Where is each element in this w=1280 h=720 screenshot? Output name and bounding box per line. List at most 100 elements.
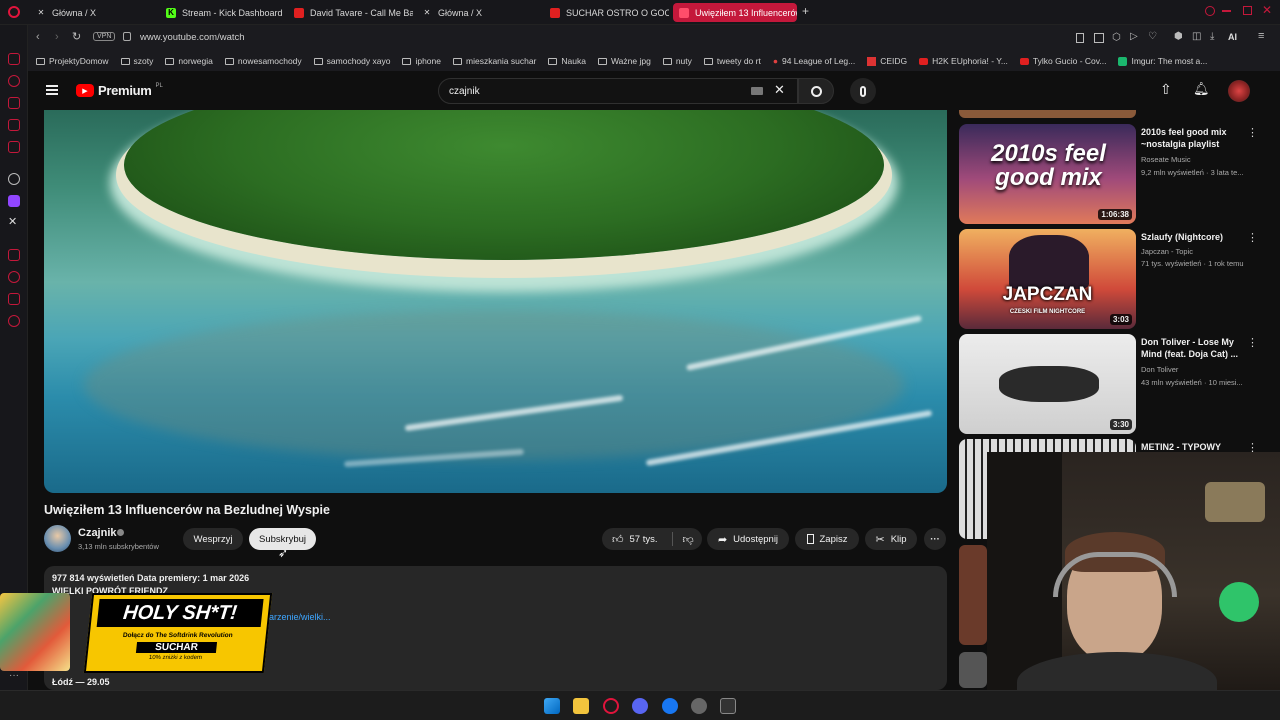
search-button[interactable] (798, 78, 834, 104)
rec-thumbnail[interactable]: JAPCZAN CZESKI FILM NIGHTCORE 3:03 (959, 229, 1136, 329)
x-icon[interactable]: ✕ (8, 215, 17, 228)
sidebar-app-icon[interactable] (8, 249, 20, 261)
bookmark-item[interactable]: CEIDG (867, 56, 907, 66)
rec-menu-icon[interactable]: ⋮ (1247, 336, 1258, 349)
heart-icon[interactable]: ♡ (1148, 31, 1157, 42)
close-window-icon[interactable]: ✕ (1262, 3, 1272, 17)
rec-thumbnail[interactable]: 2010s feel good mix 1:06:38 (959, 124, 1136, 224)
vpn-badge[interactable]: VPN (93, 32, 116, 41)
play-icon[interactable]: ▷ (1130, 31, 1138, 42)
maximize-icon[interactable] (1243, 6, 1252, 15)
bookmark-item[interactable]: iphone (402, 56, 441, 66)
bookmark-item[interactable]: szoty (120, 56, 153, 66)
sidebar-app-icon[interactable] (8, 293, 20, 305)
back-icon[interactable]: ‹ (36, 31, 40, 43)
rec-thumbnail-partial[interactable] (959, 545, 987, 645)
facebook-icon[interactable] (662, 698, 678, 714)
channel-avatar[interactable] (44, 525, 71, 552)
channel-name[interactable]: Czajnik (78, 527, 117, 539)
windows-start-icon[interactable] (544, 698, 560, 714)
sidebar-app-icon[interactable] (8, 97, 20, 109)
url-field[interactable]: www.youtube.com/watch (140, 32, 245, 43)
rec-channel[interactable]: Roseate Music (1141, 154, 1245, 165)
sidebar-app-icon[interactable] (8, 75, 20, 87)
notifications-bell-icon[interactable]: 🔔︎ (1193, 81, 1210, 97)
bookmark-item[interactable]: norwegia (165, 56, 213, 66)
share-button[interactable]: ➦ Udostępnij (707, 528, 789, 550)
discord-icon[interactable] (632, 698, 648, 714)
bookmark-item[interactable]: ProjektyDomow (36, 56, 109, 66)
tab-1[interactable]: ✕ Główna / X (30, 3, 155, 22)
avatar[interactable] (1228, 80, 1250, 102)
new-tab-button[interactable]: + (802, 4, 809, 18)
opera-taskbar-icon[interactable] (603, 698, 619, 714)
menu-icon[interactable]: ≡ (1258, 30, 1264, 42)
snapshot-icon[interactable] (1094, 33, 1104, 43)
tab-2[interactable]: K Stream - Kick Dashboard (160, 3, 285, 22)
save-button[interactable]: Zapisz (795, 528, 859, 550)
terminal-icon[interactable] (720, 698, 736, 714)
bookmark-icon[interactable] (1076, 33, 1084, 43)
rec-thumbnail[interactable]: 3:30 (959, 334, 1136, 434)
bookmark-item[interactable]: ● 94 League of Leg... (773, 56, 855, 66)
clear-search-icon[interactable]: ✕ (774, 82, 785, 98)
sidebar-app-icon[interactable] (8, 53, 20, 65)
thumbs-up-icon[interactable]: 👍︎ (612, 533, 624, 546)
sidebar-app-icon[interactable] (8, 119, 20, 131)
reload-icon[interactable]: ↻ (72, 30, 81, 43)
file-explorer-icon[interactable] (573, 698, 589, 714)
rec-title[interactable]: Don Toliver - Lose My Mind (feat. Doja C… (1141, 336, 1245, 360)
thumbs-down-icon[interactable]: 👎︎ (683, 533, 694, 546)
forward-icon[interactable]: › (55, 31, 59, 43)
chatgpt-icon[interactable] (8, 173, 20, 185)
video-player[interactable] (44, 110, 947, 493)
sidebar-app-icon[interactable] (8, 141, 20, 153)
youtube-logo[interactable]: ▶ Premium PL (76, 83, 163, 98)
tab-6-active[interactable]: Uwięziłem 13 Influencerów (673, 3, 797, 22)
camera-icon[interactable]: ◫ (1192, 31, 1201, 42)
settings-icon[interactable] (8, 315, 20, 327)
twitch-icon[interactable] (8, 195, 20, 207)
search-input[interactable]: czajnik ✕ (438, 78, 798, 104)
ai-button[interactable]: AI (1228, 32, 1237, 42)
keyboard-icon[interactable] (751, 87, 763, 95)
tab-4[interactable]: ✕ Główna / X (416, 3, 541, 22)
description-link[interactable]: darzenie/wielki... (264, 611, 939, 624)
tab-5[interactable]: SUCHAR OSTRO O GOOD (544, 3, 669, 22)
rec-menu-icon[interactable]: ⋮ (1247, 126, 1258, 139)
bookmark-item[interactable]: mieszkania suchar (453, 56, 536, 66)
rec-menu-icon[interactable]: ⋮ (1247, 231, 1258, 244)
download-icon[interactable]: ⤓ (1210, 31, 1214, 42)
bookmark-item[interactable]: Nauka (548, 56, 586, 66)
history-icon[interactable] (8, 271, 20, 283)
rec-channel[interactable]: Japczan - Topic (1141, 246, 1245, 257)
rec-title[interactable]: 2010s feel good mix ~nostalgia playlist (1141, 126, 1245, 150)
upload-icon[interactable]: ⇧ (1160, 81, 1172, 98)
rec-thumbnail-partial[interactable] (959, 110, 1136, 118)
bookmark-item[interactable]: H2K EUphoria! - Y... (919, 56, 1008, 66)
extensions-icon[interactable]: ⬢ (1174, 31, 1183, 42)
obs-icon[interactable] (691, 698, 707, 714)
like-dislike-group[interactable]: 👍︎ 57 tys. 👎︎ (602, 528, 702, 550)
bookmark-item[interactable]: tweety do rt (703, 56, 761, 66)
rec-channel[interactable]: Don Toliver (1141, 364, 1245, 375)
cube-icon[interactable]: ⬡ (1112, 32, 1121, 43)
minimize-icon[interactable] (1222, 10, 1231, 12)
bookmark-item[interactable]: nuty (662, 56, 692, 66)
tab-3[interactable]: David Tavare - Call Me Ba (288, 3, 413, 22)
more-icon[interactable]: ··· (9, 670, 19, 681)
bookmark-item[interactable]: nowesamochody (224, 56, 302, 66)
bookmark-item[interactable]: Imgur: The most a... (1118, 56, 1207, 66)
bookmark-item[interactable]: Ważne jpg (597, 56, 651, 66)
opera-logo-icon[interactable] (8, 6, 20, 18)
rec-title[interactable]: Szlaufy (Nightcore) (1141, 231, 1245, 243)
search-tabs-icon[interactable] (1205, 6, 1215, 16)
hamburger-menu-icon[interactable] (46, 85, 58, 95)
clip-button[interactable]: ✂ Klip (865, 528, 917, 550)
bookmark-item[interactable]: samochody xayo (313, 56, 390, 66)
voice-search-button[interactable] (850, 78, 876, 104)
rec-thumbnail-partial[interactable] (959, 652, 987, 688)
bookmark-item[interactable]: Tylko Gucio - Cov... (1019, 56, 1106, 66)
support-button[interactable]: Wesprzyj (183, 528, 243, 550)
more-actions-button[interactable]: ··· (924, 528, 946, 550)
